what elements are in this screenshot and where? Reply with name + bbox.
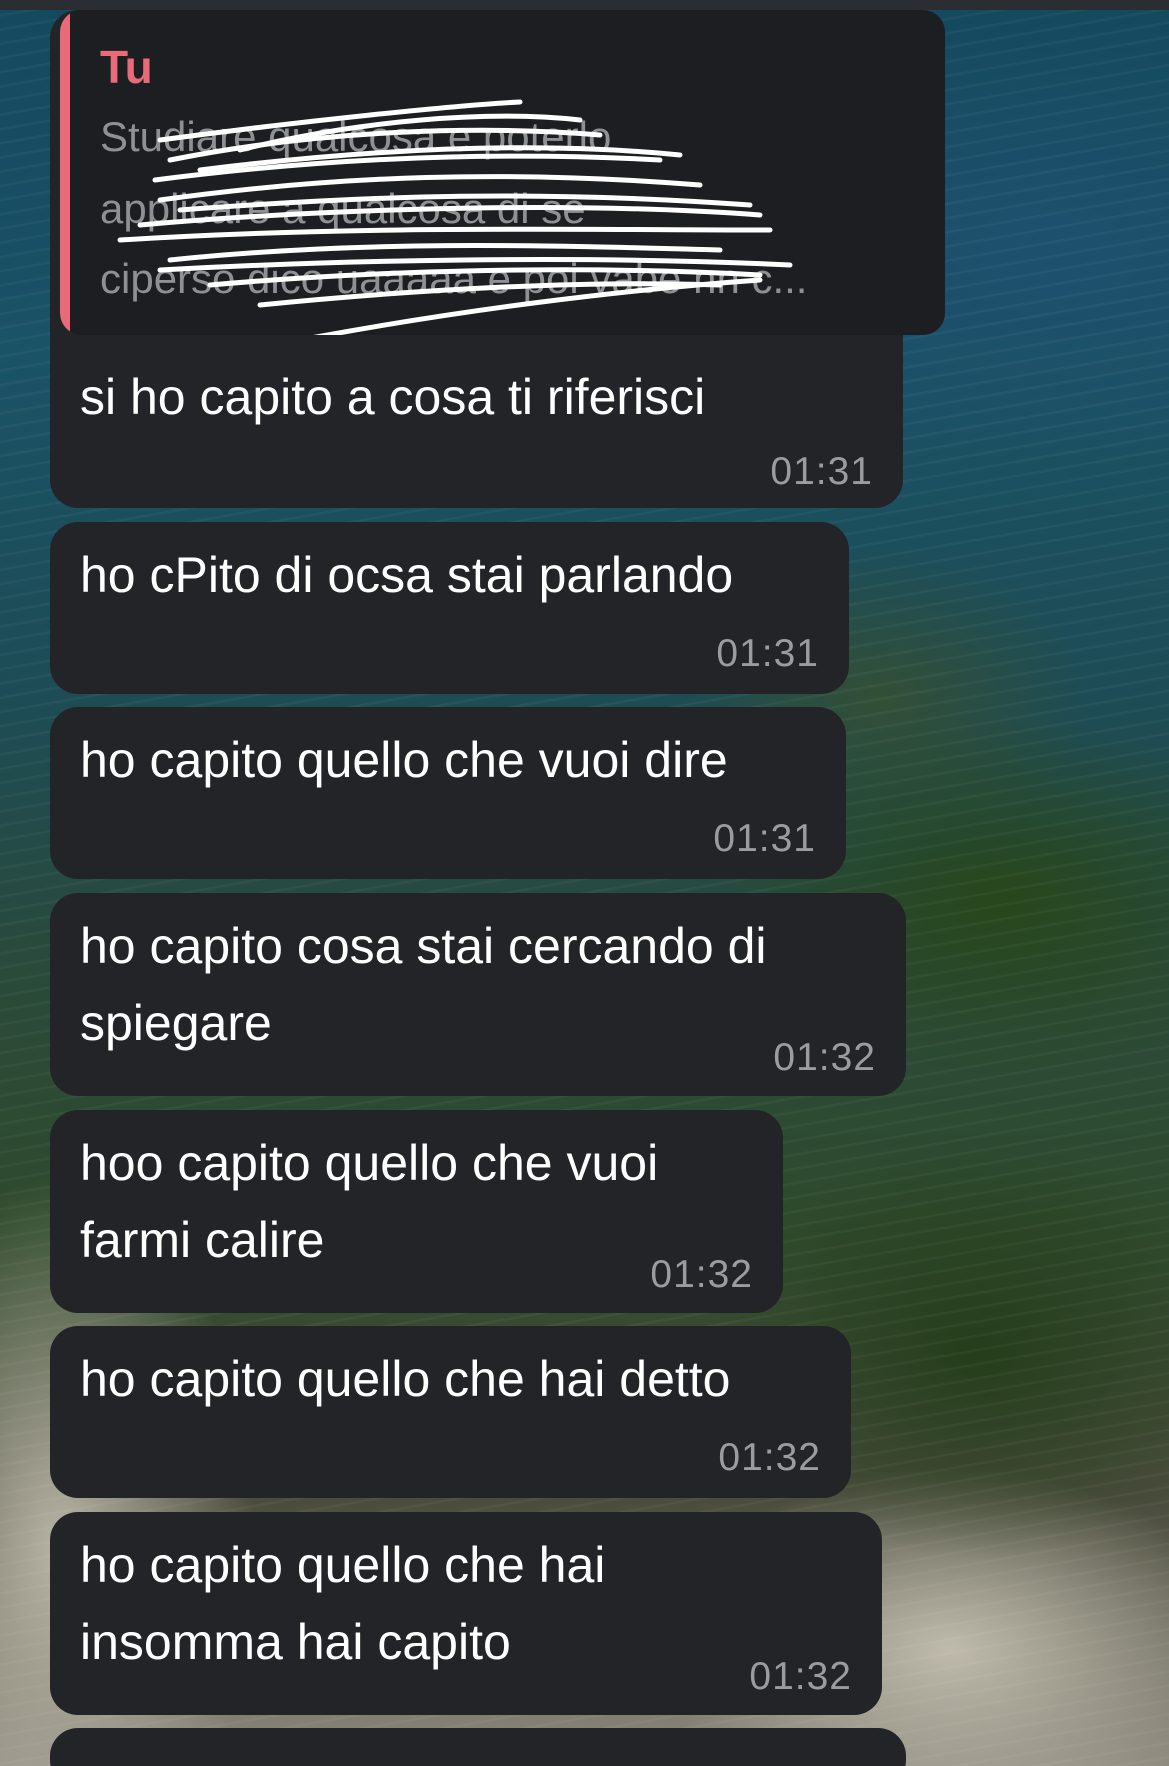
message-bubble[interactable]: ho capito cosa stai cercando di spiegare… [50, 893, 906, 1096]
message-text: hoo capito quello che vuoi [80, 1135, 659, 1191]
message-bubble[interactable]: hoo capito quello che vuoi farmi calire … [50, 1110, 783, 1313]
message-text: insomma hai capito [80, 1614, 511, 1670]
message-time: 01:31 [770, 450, 873, 493]
message-bubble[interactable]: ho capito quello che hai insomma hai cap… [50, 1512, 882, 1715]
message-text: farmi calire [80, 1212, 325, 1268]
message-bubble[interactable]: ho capito quello che vuoi dire 01:31 [50, 707, 846, 879]
message-text: ho capito quello che vuoi dire [80, 732, 728, 788]
message-time: 01:32 [650, 1253, 753, 1296]
message-time: 01:31 [716, 632, 819, 675]
message-bubble[interactable]: ho capito quello che hai detto 01:32 [50, 1326, 851, 1498]
message-text: ho capito quello che hai [80, 1537, 606, 1593]
message-time: 01:31 [713, 817, 816, 860]
message-text: spiegare [80, 995, 272, 1051]
message-text: ho cPito di ocsa stai parlando [80, 547, 734, 603]
message-time: 01:32 [749, 1655, 852, 1698]
message-bubble[interactable]: ho cPito di ocsa stai parlando 01:31 [50, 522, 849, 694]
message-bubble-reply[interactable]: Tu Studiare qualcosa e poterlo applicare… [50, 10, 945, 508]
top-bar-edge [0, 0, 1169, 10]
message-bubble-partial[interactable] [50, 1728, 906, 1766]
message-time: 01:32 [718, 1436, 821, 1479]
message-time: 01:32 [773, 1036, 876, 1079]
message-text: ho capito cosa stai cercando di [80, 918, 767, 974]
message-text: ho capito quello che hai detto [80, 1351, 731, 1407]
message-text: si ho capito a cosa ti riferisci [80, 369, 706, 425]
redaction-scribble [117, 99, 793, 335]
reply-quote[interactable]: Tu Studiare qualcosa e poterlo applicare… [60, 10, 945, 335]
